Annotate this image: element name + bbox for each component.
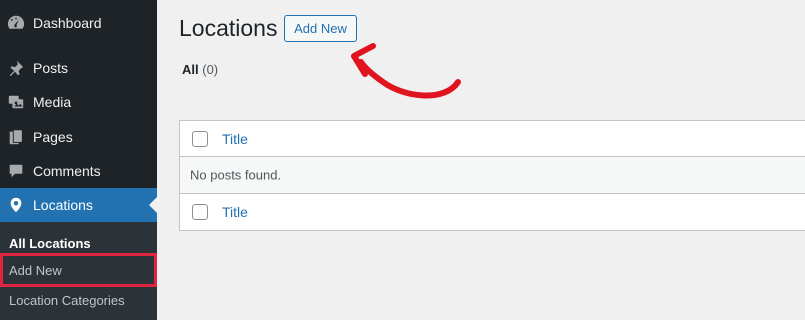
add-new-button[interactable]: Add New bbox=[284, 15, 357, 42]
admin-sidebar: Dashboard Posts Media Pages Comments Loc… bbox=[0, 0, 157, 320]
annotation-arrow-icon bbox=[351, 43, 461, 99]
sidebar-item-label: Media bbox=[33, 94, 72, 110]
comments-icon bbox=[6, 161, 26, 181]
dashboard-icon bbox=[6, 13, 26, 33]
sidebar-item-label: Posts bbox=[33, 60, 69, 76]
sidebar-item-label: Pages bbox=[33, 129, 73, 145]
empty-message: No posts found. bbox=[190, 167, 282, 183]
sidebar-item-posts[interactable]: Posts bbox=[0, 51, 157, 85]
table-row: No posts found. bbox=[180, 157, 805, 194]
pin-icon bbox=[6, 58, 26, 78]
sidebar-item-locations[interactable]: Locations bbox=[0, 188, 157, 222]
select-all-checkbox-footer[interactable] bbox=[192, 204, 208, 220]
sidebar-item-label: Locations bbox=[33, 197, 93, 213]
status-filters: All (0) bbox=[182, 62, 218, 77]
filter-all-count: (0) bbox=[202, 62, 219, 77]
pages-icon bbox=[6, 127, 26, 147]
table-header-row: Title bbox=[180, 121, 805, 157]
column-title-sort-link[interactable]: Title bbox=[222, 131, 248, 147]
column-title-sort-link-footer[interactable]: Title bbox=[222, 204, 248, 220]
locations-submenu: All Locations Add New Location Categorie… bbox=[0, 222, 157, 320]
sidebar-item-label: Comments bbox=[33, 163, 101, 179]
sidebar-item-media[interactable]: Media bbox=[0, 85, 157, 119]
media-icon bbox=[6, 92, 26, 112]
filter-all-link[interactable]: All bbox=[182, 62, 199, 77]
submenu-item-add-new[interactable]: Add New bbox=[0, 253, 157, 287]
submenu-item-location-categories[interactable]: Location Categories bbox=[0, 286, 157, 315]
sidebar-item-label: Dashboard bbox=[33, 15, 102, 31]
locations-table: Title No posts found. Title bbox=[179, 120, 805, 231]
location-icon bbox=[6, 195, 26, 215]
page-title: Locations bbox=[179, 15, 278, 41]
table-footer-row: Title bbox=[180, 194, 805, 230]
sidebar-item-dashboard[interactable]: Dashboard bbox=[0, 6, 157, 40]
sidebar-item-comments[interactable]: Comments bbox=[0, 154, 157, 188]
select-all-checkbox[interactable] bbox=[192, 130, 208, 147]
sidebar-item-pages[interactable]: Pages bbox=[0, 120, 157, 154]
